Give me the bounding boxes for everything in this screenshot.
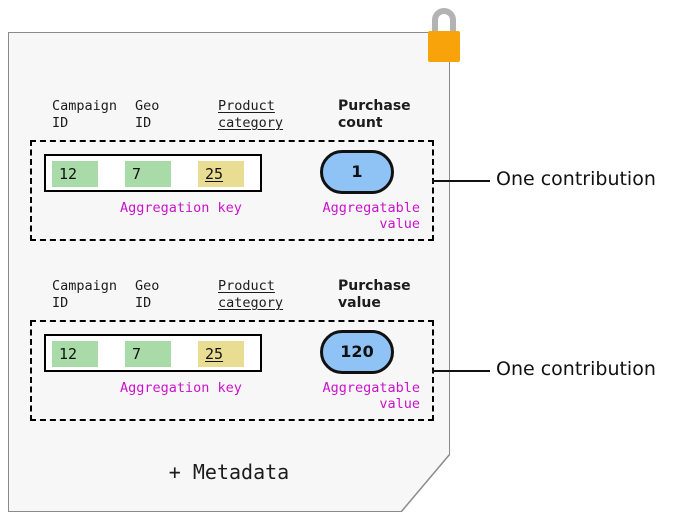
column-headers-1: Campaign ID Geo ID Product category Purch…: [30, 96, 434, 140]
contribution-group-2: Campaign ID Geo ID Product category Purch…: [30, 276, 434, 421]
metadata-label: + Metadata: [168, 460, 290, 484]
annotation-aggregation-key-2: Aggregation key: [120, 380, 242, 396]
header-measure-2: Purchase value: [338, 278, 411, 311]
key-chip-geo-id-1: 7: [125, 161, 171, 187]
diagram-canvas: Campaign ID Geo ID Product category Purch…: [0, 0, 700, 524]
aggregation-key-box-2: 12 7 25: [44, 334, 262, 372]
contribution-group-1: Campaign ID Geo ID Product category Purch…: [30, 96, 434, 241]
header-product-line1: Product: [218, 98, 275, 114]
header-geo-id-2: Geo ID: [135, 278, 160, 311]
key-chip-product-value-2: 25: [205, 345, 224, 363]
header-product-line1-2: Product: [218, 278, 275, 294]
header-product-line2: category: [218, 115, 284, 131]
callout-label-1: One contribution: [496, 168, 656, 190]
padlock-icon: [428, 8, 460, 62]
header-measure-1: Purchase count: [338, 98, 411, 131]
header-product-category-2: Product category: [218, 278, 283, 312]
contribution-boundary-2: 12 7 25 120 Aggregation key Aggregatable…: [30, 320, 434, 421]
header-campaign-id-2: Campaign ID: [52, 278, 118, 311]
key-chip-product-category-1: 25: [198, 161, 244, 187]
column-headers-2: Campaign ID Geo ID Product category Purch…: [30, 276, 434, 320]
key-chip-campaign-id-2: 12: [52, 341, 98, 367]
key-chip-geo-id-2: 7: [125, 341, 171, 367]
annotation-aggregatable-value-1: Aggregatable value: [322, 200, 420, 232]
contribution-boundary-1: 12 7 25 1 Aggregation key Aggregatable v…: [30, 140, 434, 241]
annotation-aggregation-key-1: Aggregation key: [120, 200, 242, 216]
header-geo-id-1: Geo ID: [135, 98, 160, 131]
aggregatable-value-pill-1: 1: [320, 150, 394, 194]
callout-leader-line-1: [432, 180, 490, 182]
callout-label-2: One contribution: [496, 358, 656, 380]
header-product-line2-2: category: [218, 295, 284, 311]
key-chip-product-value-1: 25: [205, 165, 224, 183]
aggregation-key-box-1: 12 7 25: [44, 154, 262, 192]
header-product-category-1: Product category: [218, 98, 283, 132]
callout-leader-line-2: [432, 370, 490, 372]
key-chip-campaign-id-1: 12: [52, 161, 98, 187]
key-chip-product-category-2: 25: [198, 341, 244, 367]
annotation-aggregatable-value-2: Aggregatable value: [322, 380, 420, 412]
header-campaign-id-1: Campaign ID: [52, 98, 118, 131]
aggregatable-value-pill-2: 120: [320, 330, 394, 374]
